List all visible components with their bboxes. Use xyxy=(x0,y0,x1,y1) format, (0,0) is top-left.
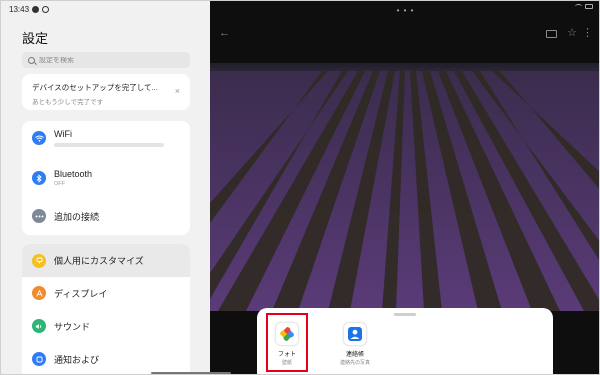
more-connections-icon xyxy=(32,209,46,223)
settings-item-display[interactable]: ディスプレイ xyxy=(22,286,190,300)
settings-panel: 13:43 設定 デバイスのセットアップを完了して... あともう少しで完了です… xyxy=(1,1,210,374)
app-name: 連絡帳 xyxy=(345,352,364,358)
star-icon[interactable]: ☆ xyxy=(567,26,577,39)
page-title: 設定 xyxy=(22,31,49,46)
sound-icon xyxy=(32,319,46,333)
settings-item-label: ディスプレイ xyxy=(54,288,108,299)
notification-icon xyxy=(32,352,46,366)
search-icon xyxy=(28,56,35,64)
photo-image xyxy=(210,63,599,311)
share-bottom-sheet: フォト 壁紙 連絡帳 連絡先の写真 xyxy=(257,308,553,374)
app-sub: 連絡先の写真 xyxy=(339,360,370,366)
wifi-network-blur xyxy=(54,143,164,147)
selection-highlight-box xyxy=(266,313,308,372)
settings-item-label: サウンド xyxy=(54,321,91,332)
cast-icon[interactable] xyxy=(546,30,557,38)
settings-item-bluetooth[interactable]: Bluetooth OFF xyxy=(22,169,190,187)
sheet-drag-handle[interactable] xyxy=(394,313,416,316)
settings-item-connections[interactable]: 追加の接続 xyxy=(22,209,190,223)
setup-title: デバイスのセットアップを完了して... xyxy=(32,83,158,92)
settings-item-label: 追加の接続 xyxy=(54,211,100,222)
wifi-status-icon xyxy=(575,4,582,9)
network-card: WiFi Bluetooth OFF 追加の接続 xyxy=(22,121,190,235)
sync-status-icon xyxy=(42,6,50,13)
viewer-toolbar: ← ☆ ⋮ xyxy=(210,23,599,45)
system-icons xyxy=(575,4,593,9)
settings-item-sound[interactable]: サウンド xyxy=(22,319,190,333)
status-time: 13:43 xyxy=(9,5,30,14)
status-bar: 13:43 xyxy=(9,5,50,14)
settings-item-sub: OFF xyxy=(54,181,65,187)
settings-item-label: 個人用にカスタマイズ xyxy=(54,256,144,266)
setup-card[interactable]: デバイスのセットアップを完了して... あともう少しで完了です × xyxy=(22,74,190,110)
bluetooth-icon xyxy=(32,171,46,185)
search-bar[interactable] xyxy=(22,52,190,68)
contacts-icon xyxy=(343,322,367,346)
wifi-icon xyxy=(32,131,46,145)
search-input[interactable] xyxy=(39,56,179,64)
back-icon[interactable]: ← xyxy=(219,27,230,39)
settings-item-label: 通知および xyxy=(54,354,100,365)
setup-subtitle: あともう少しで完了です xyxy=(32,99,104,106)
app-option-contacts[interactable]: 連絡帳 連絡先の写真 xyxy=(330,322,380,366)
settings-item-label: WiFi xyxy=(54,129,72,139)
image-viewer: • • • ← ☆ ⋮ フォト 壁紙 連絡帳 連絡先の写真 xyxy=(210,1,599,374)
settings-item-label: Bluetooth xyxy=(54,169,93,179)
settings-item-notifications[interactable]: 通知および xyxy=(22,352,190,366)
multiwindow-handle[interactable]: • • • xyxy=(397,6,415,15)
close-icon[interactable]: × xyxy=(175,86,180,96)
screen: 13:43 設定 デバイスのセットアップを完了して... あともう少しで完了です… xyxy=(0,0,600,375)
lavender-field-photo xyxy=(210,63,599,311)
home-indicator[interactable] xyxy=(151,372,231,374)
battery-icon xyxy=(585,4,593,9)
settings-item-customize[interactable]: 個人用にカスタマイズ xyxy=(22,244,190,277)
settings-status-icon xyxy=(32,6,40,13)
more-options-icon[interactable]: ⋮ xyxy=(582,26,593,39)
customize-icon xyxy=(32,253,46,268)
personal-card: 個人用にカスタマイズ ディスプレイ サウンド 通知および xyxy=(22,244,190,374)
settings-item-wifi[interactable]: WiFi xyxy=(22,129,190,147)
display-icon xyxy=(32,286,46,300)
